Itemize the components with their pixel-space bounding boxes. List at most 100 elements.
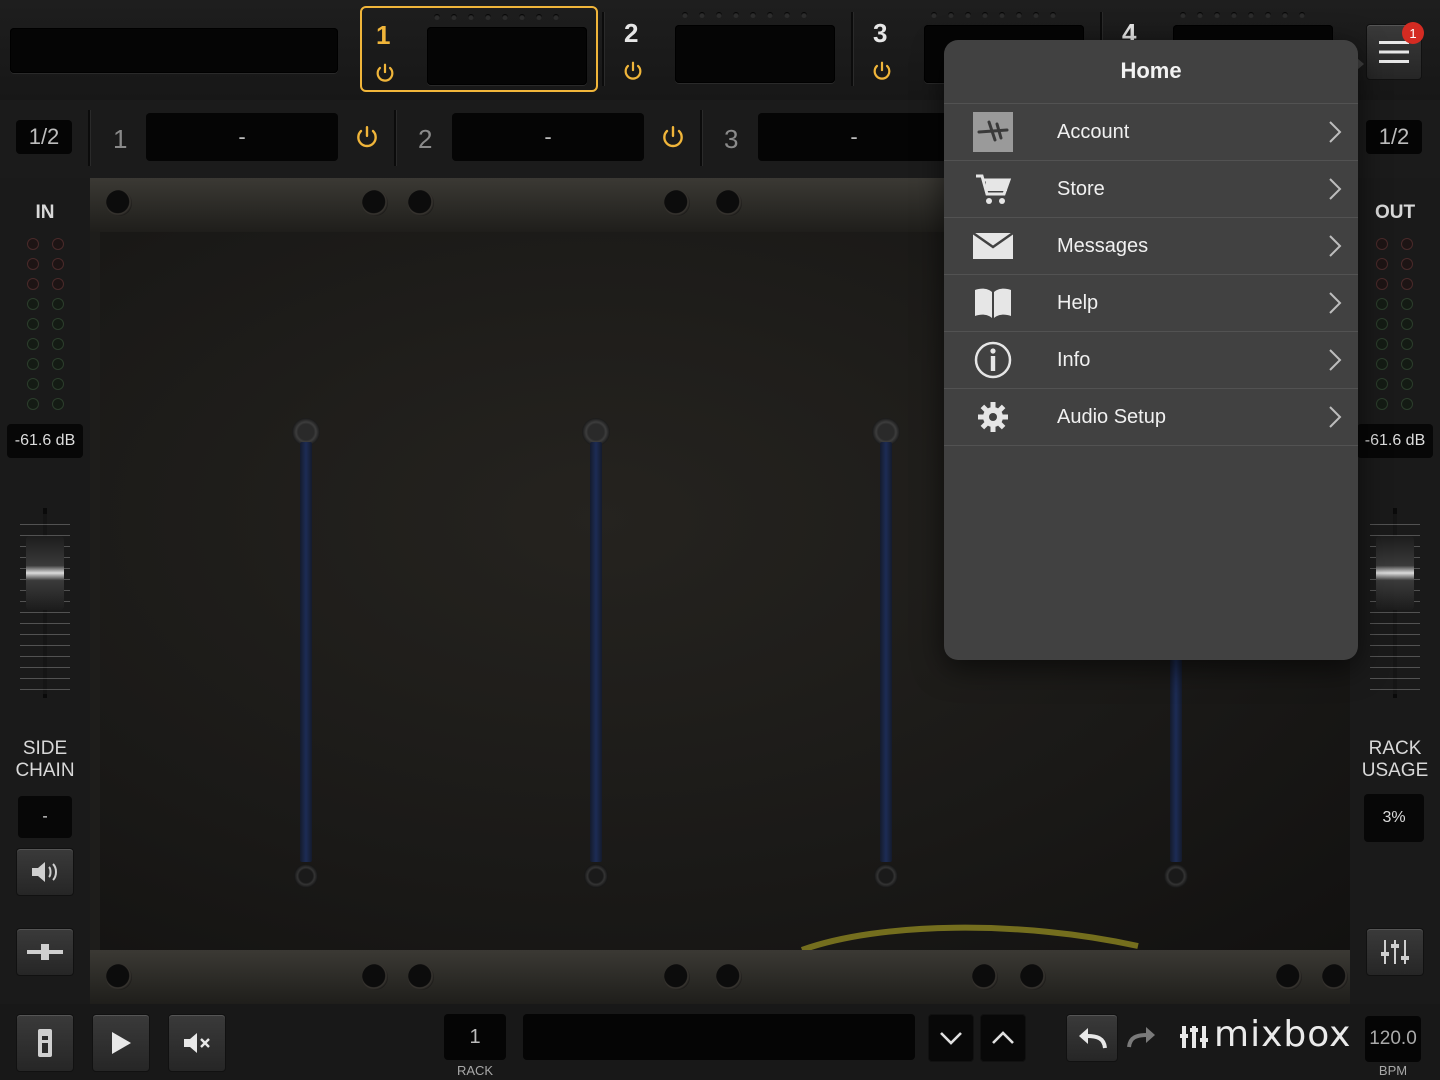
power-icon[interactable] <box>374 62 396 84</box>
account-icon <box>972 111 1014 153</box>
channel-value[interactable]: - <box>452 113 644 161</box>
rack-usage-label-line1: RACK <box>1368 738 1422 759</box>
slot-display <box>675 25 835 83</box>
channel-value[interactable]: - <box>146 113 338 161</box>
page-indicator-left[interactable]: 1/2 <box>16 120 72 154</box>
channel-number: 1 <box>113 124 128 154</box>
mute-icon <box>184 1033 210 1053</box>
rack-screw <box>664 964 690 990</box>
power-icon[interactable] <box>354 124 380 150</box>
mute-button[interactable] <box>168 1014 226 1072</box>
rack-screw <box>1322 964 1348 990</box>
mono-button[interactable] <box>16 928 74 976</box>
speaker-button[interactable] <box>16 848 74 896</box>
page-indicator-right[interactable]: 1/2 <box>1366 120 1422 154</box>
rack-number[interactable]: 1 <box>444 1014 506 1060</box>
menu-item-label: Account <box>1057 120 1130 143</box>
chevron-right-icon <box>1329 292 1342 314</box>
menu-item-messages[interactable]: Messages <box>944 218 1358 275</box>
side-chain-select[interactable]: - <box>18 796 72 838</box>
side-chain-label-line2: CHAIN <box>15 760 75 781</box>
cart-icon <box>972 168 1014 210</box>
rack-screw <box>716 964 742 990</box>
input-level-readout: -61.6 dB <box>7 424 83 458</box>
bpm-display[interactable]: 120.0 <box>1365 1016 1421 1062</box>
slot-1[interactable]: 1 <box>360 6 598 92</box>
fader-handle[interactable] <box>1376 536 1414 610</box>
input-meter <box>27 238 64 410</box>
rack-screw <box>1276 964 1302 990</box>
rack-strip <box>576 418 616 888</box>
rack-screw <box>408 964 434 990</box>
rack-usage-label: RACK USAGE <box>1350 738 1440 782</box>
slot-2[interactable]: 2 <box>610 6 848 92</box>
fader-handle[interactable] <box>26 536 64 610</box>
speaker-icon <box>32 862 57 882</box>
led-row <box>1180 12 1305 18</box>
play-button[interactable] <box>92 1014 150 1072</box>
rack-screw <box>1020 964 1046 990</box>
output-fader[interactable] <box>1366 508 1424 698</box>
menu-item-label: Help <box>1057 291 1099 314</box>
remote-button[interactable] <box>16 1014 74 1072</box>
notification-badge: 1 <box>1402 22 1424 44</box>
envelope-icon <box>972 225 1014 267</box>
play-icon <box>112 1032 131 1054</box>
divider <box>394 110 397 166</box>
chevron-right-icon <box>1329 235 1342 257</box>
input-fader[interactable] <box>16 508 74 698</box>
slot-number: 2 <box>624 18 639 48</box>
mixer-button[interactable] <box>1366 928 1424 976</box>
sliders-icon <box>1381 940 1409 964</box>
preset-display[interactable] <box>10 28 338 73</box>
bpm-label: BPM <box>1378 1063 1408 1078</box>
info-icon <box>972 339 1014 381</box>
power-icon[interactable] <box>871 60 893 82</box>
redo-icon <box>1127 1027 1155 1048</box>
rack-usage-label-line2: USAGE <box>1361 760 1429 781</box>
power-icon[interactable] <box>622 60 644 82</box>
side-chain-label-line1: SIDE <box>22 738 68 759</box>
output-label: OUT <box>1374 202 1416 223</box>
rack-label: RACK <box>456 1063 494 1078</box>
preset-up-button[interactable] <box>980 1014 1026 1062</box>
rack-rail-bottom <box>90 950 1350 1004</box>
channel-value[interactable]: - <box>758 113 950 161</box>
chevron-down-icon <box>940 1032 962 1045</box>
undo-icon <box>1079 1028 1107 1049</box>
redo-button[interactable] <box>1120 1014 1164 1060</box>
input-label: IN <box>35 202 55 223</box>
slot-display <box>427 27 587 85</box>
output-level-readout: -61.6 dB <box>1357 424 1433 458</box>
menu-item-label: Audio Setup <box>1057 405 1166 428</box>
mixbox-logo-icon <box>1180 1026 1208 1048</box>
menu-item-store[interactable]: Store <box>944 161 1358 218</box>
rack-screw <box>106 190 132 216</box>
remote-icon <box>38 1029 52 1057</box>
menu-item-info[interactable]: Info <box>944 332 1358 389</box>
undo-button[interactable] <box>1066 1014 1118 1062</box>
menu-item-help[interactable]: Help <box>944 275 1358 332</box>
preset-down-button[interactable] <box>928 1014 974 1062</box>
rack-usage-value: 3% <box>1364 794 1424 842</box>
menu-item-audio-setup[interactable]: Audio Setup <box>944 389 1358 446</box>
cable <box>800 924 1139 952</box>
rack-strip <box>286 418 326 888</box>
side-chain-label: SIDE CHAIN <box>0 738 90 782</box>
output-meter <box>1376 238 1413 410</box>
led-row <box>931 12 1056 18</box>
chevron-right-icon <box>1329 178 1342 200</box>
led-row <box>682 12 807 18</box>
rack-screw <box>408 190 434 216</box>
preset-name-field[interactable] <box>523 1014 915 1060</box>
rack-screw <box>106 964 132 990</box>
chevron-right-icon <box>1329 406 1342 428</box>
menu-item-account[interactable]: Account <box>944 104 1358 161</box>
transport-bar: 1 RACK mixbox 120.0 BPM <box>0 1004 1440 1080</box>
menu-item-label: Info <box>1057 348 1091 371</box>
chevron-right-icon <box>1329 121 1342 143</box>
power-icon[interactable] <box>660 124 686 150</box>
menu-item-label: Store <box>1057 177 1105 200</box>
gear-icon <box>972 396 1014 438</box>
divider <box>700 110 703 166</box>
